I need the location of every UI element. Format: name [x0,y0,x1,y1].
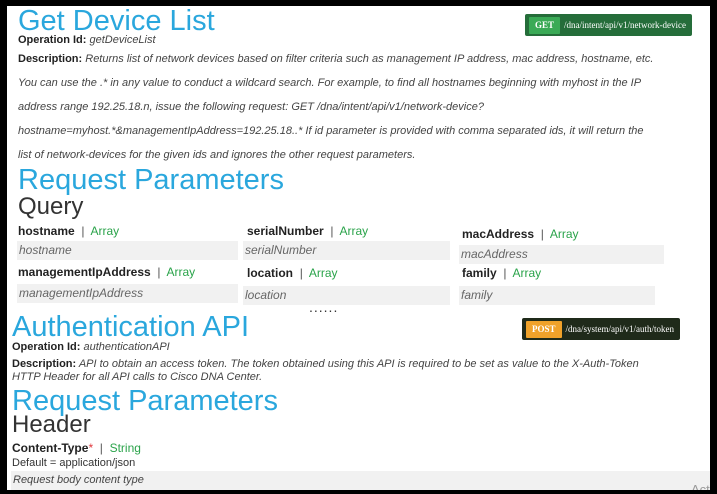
query-heading: Query [18,193,84,220]
header-heading: Header [12,411,91,438]
get-endpoint-badge[interactable]: GET /dna/intent/api/v1/network-device [525,14,692,36]
param-location-label: location | Array [247,266,338,280]
authentication-api-operation-id: Operation Id: authenticationAPI [12,341,170,353]
param-content-type-label: Content-Type* | String [12,441,141,455]
more-ellipsis: ...... [309,299,339,315]
request-parameters-heading: Request Parameters [18,164,284,196]
param-family-label: family | Array [462,266,542,280]
activate-watermark: Act [691,482,710,490]
operation-id-value: getDeviceList [89,34,156,46]
param-hostname-label: hostname | Array [18,224,120,238]
get-endpoint-path: /dna/intent/api/v1/network-device [564,20,686,30]
authentication-api-description-line-1: Description: API to obtain an access tok… [12,358,639,370]
description-label: Description: [12,358,77,370]
param-macaddress-label: macAddress | Array [462,227,579,241]
get-device-list-description-line-1: Description: Returns list of network dev… [18,53,654,65]
param-serialnumber-label: serialNumber | Array [247,224,369,238]
get-device-list-title: Get Device List [18,6,215,37]
operation-id-value: authenticationAPI [83,341,170,353]
location-input[interactable]: location [243,286,450,305]
get-method-label: GET [529,16,561,34]
get-device-list-description-line-4: hostname=myhost.*&managementIpAddress=19… [18,125,644,137]
managementipaddress-input[interactable]: managementIpAddress [17,284,238,303]
post-endpoint-path: /dna/system/api/v1/auth/token [565,324,674,334]
description-label: Description: [18,53,83,65]
operation-id-label: Operation Id: [18,34,87,46]
hostname-input[interactable]: hostname [17,241,238,260]
content-type-default: Default = application/json [12,457,136,469]
authentication-api-description-line-2: HTTP Header for all API calls to Cisco D… [12,371,263,383]
operation-id-label: Operation Id: [12,341,81,353]
get-device-list-description-line-2: You can use the .* in any value to condu… [18,77,642,89]
required-mark: * [88,441,94,455]
get-device-list-operation-id: Operation Id: getDeviceList [18,34,156,46]
post-method-label: POST [526,320,562,338]
content-type-input[interactable]: Request body content type [11,471,710,490]
param-managementipaddress-label: managementIpAddress | Array [18,265,196,279]
serialnumber-input[interactable]: serialNumber [243,241,450,260]
post-endpoint-badge[interactable]: POST /dna/system/api/v1/auth/token [522,318,680,340]
family-input[interactable]: family [459,286,655,305]
macaddress-input[interactable]: macAddress [459,245,664,264]
api-documentation-page: Get Device List Operation Id: getDeviceL… [7,6,710,490]
authentication-api-title: Authentication API [12,311,249,343]
get-device-list-description-line-5: list of network-devices for the given id… [18,149,416,161]
get-device-list-description-line-3: address range 192.25.18.n, issue the fol… [18,101,484,113]
